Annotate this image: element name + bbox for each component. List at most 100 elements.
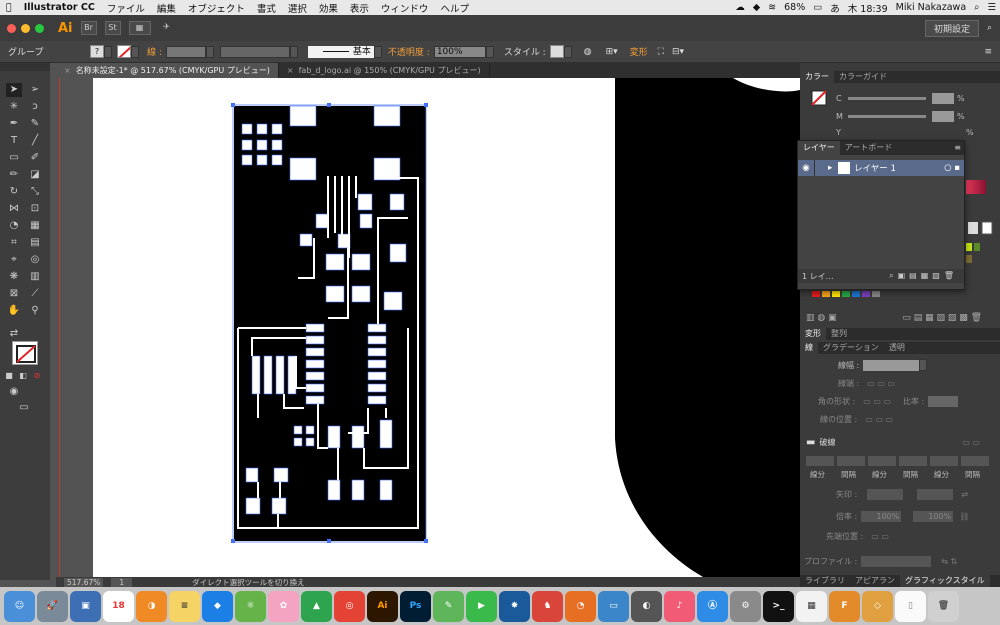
none-mode-icon[interactable]: ⊘ bbox=[32, 369, 42, 383]
fill-dropdown[interactable] bbox=[104, 45, 112, 58]
selection-tool-icon[interactable]: ➤ bbox=[6, 83, 22, 97]
brush-definition[interactable]: 基本 bbox=[307, 45, 374, 58]
layers-footer-icons[interactable]: ⌕▣▤▦▧🗑 bbox=[889, 271, 958, 281]
document-icon[interactable]: ▯ bbox=[895, 590, 926, 622]
cap-buttons[interactable]: ▭ ▭ ▭ bbox=[867, 379, 895, 388]
menu-view[interactable]: 表示 bbox=[344, 1, 375, 15]
minimize-window-button[interactable] bbox=[21, 23, 30, 33]
arrowhead-end[interactable] bbox=[917, 488, 954, 500]
menu-object[interactable]: オブジェクト bbox=[182, 1, 251, 15]
blender-icon[interactable]: ◑ bbox=[136, 590, 167, 622]
menu-effect[interactable]: 効果 bbox=[313, 1, 344, 15]
swatch-footer-icons[interactable]: ▥ ◍ ▣ ▭ ▤ ▦ ▧ ▨ ▩ 🗑 bbox=[806, 313, 996, 325]
wifi-icon[interactable]: ≋ bbox=[764, 2, 780, 13]
stroke-dropdown[interactable] bbox=[131, 45, 139, 58]
close-window-button[interactable] bbox=[7, 23, 16, 33]
opacity-dropdown[interactable] bbox=[485, 45, 494, 58]
evernote-icon[interactable]: ✎ bbox=[433, 590, 464, 622]
paintbrush-tool-icon[interactable]: ✐ bbox=[27, 151, 43, 165]
control-panel-menu-icon[interactable]: ≡ bbox=[984, 47, 992, 57]
swatch-strip[interactable] bbox=[966, 241, 990, 271]
pencil-tool-icon[interactable]: ✏ bbox=[6, 168, 22, 182]
eyedropper-tool-icon[interactable]: ⌖ bbox=[6, 253, 22, 267]
rotate-tool-icon[interactable]: ↻ bbox=[6, 185, 22, 199]
profile-select[interactable] bbox=[861, 555, 932, 567]
menu-file[interactable]: ファイル bbox=[101, 1, 151, 15]
slice-tool-icon[interactable]: ⟋ bbox=[27, 287, 43, 301]
menu-edit[interactable]: 編集 bbox=[151, 1, 182, 15]
launchpad-icon[interactable]: 🚀 bbox=[37, 590, 68, 622]
width-tool-icon[interactable]: ⋈ bbox=[6, 202, 22, 216]
kindle-icon[interactable]: ◔ bbox=[565, 590, 596, 622]
tab-untitled-document[interactable]: × 名称未設定-1* @ 517.67% (CMYK/GPU プレビュー) bbox=[56, 63, 279, 78]
grid-app-icon[interactable]: ▦ bbox=[796, 590, 827, 622]
spotlight-icon[interactable]: ⌕ bbox=[970, 2, 983, 13]
menu-help[interactable]: ヘルプ bbox=[434, 1, 475, 15]
type-tool-icon[interactable]: T bbox=[6, 134, 22, 148]
apple-menu-icon[interactable]:  bbox=[0, 2, 18, 13]
app-menu[interactable]: Illustrator CC bbox=[18, 2, 101, 13]
layers-panel-menu-icon[interactable]: ≡ bbox=[954, 141, 961, 155]
corner-buttons[interactable]: ▭ ▭ ▭ bbox=[863, 397, 891, 406]
creative-cloud-icon[interactable]: ☁ bbox=[731, 2, 749, 13]
pasteboard[interactable] bbox=[56, 78, 93, 577]
calendar-icon[interactable]: 18 bbox=[103, 590, 134, 622]
align-to-icon[interactable]: ⊞▾ bbox=[606, 47, 618, 57]
dashed-checkbox[interactable]: ▬ bbox=[806, 437, 815, 448]
zoom-field[interactable]: 517.67% bbox=[64, 577, 104, 587]
photos-icon[interactable]: ✿ bbox=[268, 590, 299, 622]
tab-color[interactable]: カラー bbox=[800, 71, 834, 83]
value-m[interactable] bbox=[932, 110, 954, 122]
stroke-weight-input[interactable] bbox=[863, 359, 920, 371]
scale-tool-icon[interactable]: ⤡ bbox=[27, 185, 43, 199]
system-preferences-icon[interactable]: ⚙ bbox=[730, 590, 761, 622]
canvas-area[interactable] bbox=[56, 78, 800, 577]
search-icon[interactable]: ⌕ bbox=[987, 23, 992, 33]
arrow-scale-end[interactable]: 100% bbox=[913, 510, 954, 522]
photoshop-dock-icon[interactable]: Ps bbox=[400, 590, 431, 622]
tab-transform[interactable]: 変形 bbox=[800, 328, 826, 340]
pecker-icon[interactable]: ♞ bbox=[532, 590, 563, 622]
gradient-tool-icon[interactable]: ▤ bbox=[27, 236, 43, 250]
arrange-documents-icon[interactable]: ▦ bbox=[128, 21, 151, 35]
sketch-icon[interactable]: ◇ bbox=[862, 590, 893, 622]
tab-stroke[interactable]: 線 bbox=[800, 342, 818, 354]
pcb-trace-artwork[interactable] bbox=[218, 88, 478, 558]
finder-icon[interactable]: ☺ bbox=[4, 590, 35, 622]
illustrator-dock-icon[interactable]: Ai bbox=[367, 590, 398, 622]
facetime-icon[interactable]: ▶ bbox=[466, 590, 497, 622]
visibility-eye-icon[interactable]: ◉ bbox=[798, 163, 814, 173]
artboard[interactable] bbox=[93, 78, 800, 577]
arrowhead-start[interactable] bbox=[867, 488, 904, 500]
symbol-sprayer-tool-icon[interactable]: ❋ bbox=[6, 270, 22, 284]
music-icon[interactable]: ♪ bbox=[664, 590, 695, 622]
profile-flip-buttons[interactable]: ⇆ ⇅ bbox=[941, 557, 957, 566]
stock-icon[interactable]: St bbox=[104, 21, 121, 35]
input-method[interactable]: あ bbox=[826, 1, 844, 15]
tab-graphic-styles[interactable]: グラフィックスタイル bbox=[900, 575, 990, 587]
notification-center-icon[interactable]: ☰ bbox=[983, 2, 1000, 13]
dropbox-app-icon[interactable]: ◆ bbox=[202, 590, 233, 622]
opacity-field[interactable]: 100% bbox=[433, 45, 486, 58]
swap-arrowheads-icon[interactable]: ⇄ bbox=[961, 490, 968, 499]
app-store-icon[interactable]: Ⓐ bbox=[697, 590, 728, 622]
arrow-scale-start[interactable]: 100% bbox=[861, 510, 902, 522]
swap-fill-stroke-icon[interactable]: ⇄ bbox=[6, 327, 22, 341]
graphic-style-swatch[interactable] bbox=[549, 45, 564, 58]
clock[interactable]: 木 18:39 bbox=[844, 1, 892, 15]
zoom-window-button[interactable] bbox=[35, 23, 44, 33]
spectrum-swatch[interactable] bbox=[966, 180, 986, 194]
tab-layers[interactable]: レイヤー bbox=[798, 141, 840, 155]
swatch-row[interactable] bbox=[806, 289, 896, 299]
line-tool-icon[interactable]: ╱ bbox=[27, 134, 43, 148]
magic-wand-tool-icon[interactable]: ✳ bbox=[6, 100, 22, 114]
tab-fab-logo[interactable]: × fab_d_logo.ai @ 150% (CMYK/GPU プレビュー) bbox=[279, 63, 490, 78]
mesh-tool-icon[interactable]: ⌗ bbox=[6, 236, 22, 250]
battery-level[interactable]: 68% bbox=[780, 2, 809, 13]
pen-tool-icon[interactable]: ✒ bbox=[6, 117, 22, 131]
eraser-tool-icon[interactable]: ◪ bbox=[27, 168, 43, 182]
arrow-align-buttons[interactable]: ▭ ▭ bbox=[871, 532, 889, 541]
lasso-tool-icon[interactable]: ↄ bbox=[27, 100, 43, 114]
miter-limit-input[interactable] bbox=[928, 395, 959, 407]
chrome-icon[interactable]: ◎ bbox=[334, 590, 365, 622]
